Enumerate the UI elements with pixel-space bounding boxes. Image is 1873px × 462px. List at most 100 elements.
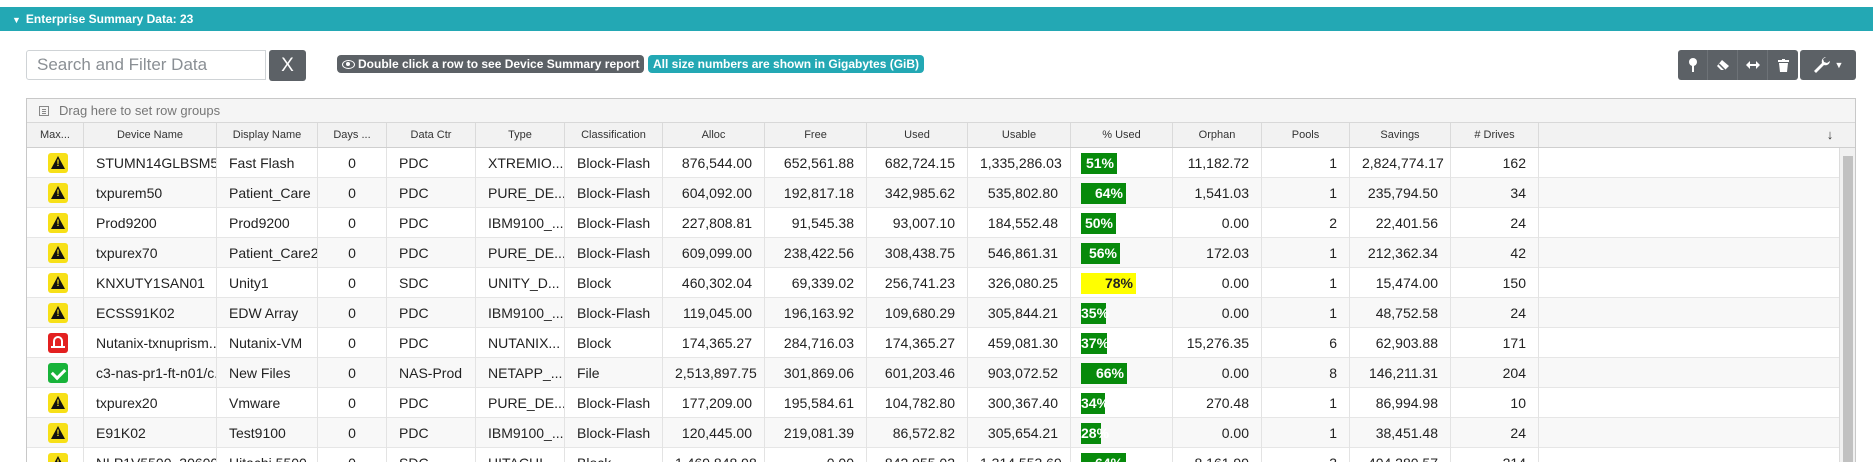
cell-class: Block bbox=[565, 448, 663, 462]
delete-button[interactable] bbox=[1768, 50, 1798, 80]
alarm-bell-icon bbox=[48, 333, 68, 353]
cell-days: 0 bbox=[318, 178, 387, 208]
column-header-max[interactable]: Max... bbox=[27, 123, 84, 147]
cell-used: 601,203.46 bbox=[867, 358, 968, 388]
table-row[interactable]: txpurex70Patient_Care20PDCPURE_DE...Bloc… bbox=[27, 238, 1839, 268]
table-row[interactable]: txpurex20Vmware0PDCPURE_DE...Block-Flash… bbox=[27, 388, 1839, 418]
cell-alloc: 177,209.00 bbox=[663, 388, 765, 418]
cell-usable: 903,072.52 bbox=[968, 358, 1071, 388]
column-header-pct-used[interactable]: % Used bbox=[1071, 123, 1173, 147]
pct-used-cell: 28% bbox=[1071, 418, 1173, 448]
table-row[interactable]: E91K02Test91000PDCIBM9100_...Block-Flash… bbox=[27, 418, 1839, 448]
column-header-data-ctr[interactable]: Data Ctr bbox=[387, 123, 476, 147]
table-row[interactable]: ECSS91K02EDW Array0PDCIBM9100_...Block-F… bbox=[27, 298, 1839, 328]
cell-device: txpurex70 bbox=[84, 238, 217, 268]
panel-header[interactable]: ▼ Enterprise Summary Data: 23 bbox=[0, 7, 1873, 31]
cell-alloc: 1,469,848.98 bbox=[663, 448, 765, 462]
column-header-alloc[interactable]: Alloc bbox=[663, 123, 765, 147]
pct-used-bar: 64% bbox=[1081, 453, 1126, 462]
vertical-scrollbar[interactable] bbox=[1839, 148, 1855, 462]
cell-class: Block-Flash bbox=[565, 238, 663, 268]
cell-class: Block-Flash bbox=[565, 298, 663, 328]
cell-dc: NAS-Prod bbox=[387, 358, 476, 388]
cell-alloc: 604,092.00 bbox=[663, 178, 765, 208]
cell-free: 238,422.56 bbox=[765, 238, 867, 268]
column-header-savings[interactable]: Savings bbox=[1350, 123, 1451, 147]
cell-usable: 535,802.80 bbox=[968, 178, 1071, 208]
cell-drives: 42 bbox=[1451, 238, 1539, 268]
cell-alloc: 119,045.00 bbox=[663, 298, 765, 328]
cell-usable: 1,335,286.03 bbox=[968, 148, 1071, 178]
cell-type: IBM9100_... bbox=[476, 208, 565, 238]
cell-display: EDW Array bbox=[217, 298, 318, 328]
pct-used-bar: 50% bbox=[1081, 213, 1116, 234]
cell-days: 0 bbox=[318, 208, 387, 238]
status-cell bbox=[27, 388, 84, 418]
cell-dc: PDC bbox=[387, 238, 476, 268]
cell-class: File bbox=[565, 358, 663, 388]
cell-used: 256,741.23 bbox=[867, 268, 968, 298]
status-cell bbox=[27, 418, 84, 448]
column-header-display-name[interactable]: Display Name bbox=[217, 123, 318, 147]
column-header-orphan[interactable]: Orphan bbox=[1173, 123, 1262, 147]
cell-device: KNXUTY1SAN01 bbox=[84, 268, 217, 298]
pct-used-cell: 66% bbox=[1071, 358, 1173, 388]
cell-free: 0.00 bbox=[765, 448, 867, 462]
cell-pools: 1 bbox=[1262, 388, 1350, 418]
cell-drives: 214 bbox=[1451, 448, 1539, 462]
search-input[interactable] bbox=[26, 50, 266, 80]
column-header-free[interactable]: Free bbox=[765, 123, 867, 147]
table-row[interactable]: Nutanix-txnuprism.... Nutanix-VM 0 PDC NUTAN… bbox=[27, 328, 1839, 358]
column-header-pools[interactable]: Pools bbox=[1262, 123, 1350, 147]
cell-usable: 1,314,553.69 bbox=[968, 448, 1071, 462]
column-header-days[interactable]: Days ... bbox=[318, 123, 387, 147]
check-icon bbox=[48, 363, 68, 383]
cell-drives: 150 bbox=[1451, 268, 1539, 298]
column-header-drives[interactable]: # Drives bbox=[1451, 123, 1539, 147]
column-header-type[interactable]: Type bbox=[476, 123, 565, 147]
table-row[interactable]: NLP1V5500_30600Hitachi 55000SDCHITACHI..… bbox=[27, 448, 1839, 462]
status-cell bbox=[27, 358, 84, 388]
pct-used-cell: 37% bbox=[1071, 328, 1173, 358]
cell-type: PURE_DE... bbox=[476, 238, 565, 268]
table-row[interactable]: Prod9200Prod92000PDCIBM9100_...Block-Fla… bbox=[27, 208, 1839, 238]
cell-dc: PDC bbox=[387, 178, 476, 208]
pin-icon bbox=[1688, 58, 1697, 72]
cell-type: UNITY_D... bbox=[476, 268, 565, 298]
table-row[interactable]: c3-nas-pr1-ft-n01/c... New Files 0 NAS-Prod… bbox=[27, 358, 1839, 388]
column-header-usable[interactable]: Usable bbox=[968, 123, 1071, 147]
pct-used-cell: 78% bbox=[1071, 268, 1173, 298]
pct-used-cell: 51% bbox=[1071, 148, 1173, 178]
row-group-dropzone[interactable]: Drag here to set row groups bbox=[27, 99, 1855, 123]
eraser-button[interactable] bbox=[1708, 50, 1738, 80]
cell-savings: 2,824,774.17 bbox=[1350, 148, 1451, 178]
sort-down-arrow-icon[interactable]: ↓ bbox=[1805, 123, 1855, 147]
pct-used-bar: 64% bbox=[1081, 183, 1126, 204]
cell-alloc: 174,365.27 bbox=[663, 328, 765, 358]
table-row[interactable]: txpurem50Patient_Care0PDCPURE_DE...Block… bbox=[27, 178, 1839, 208]
trash-icon bbox=[1777, 58, 1789, 72]
cell-used: 93,007.10 bbox=[867, 208, 968, 238]
toolbar-row: X Double click a row to see Device Summa… bbox=[0, 40, 1873, 84]
cell-orphan: 11,182.72 bbox=[1173, 148, 1262, 178]
table-row[interactable]: STUMN14GLBSM55Fast Flash0PDCXTREMIO...Bl… bbox=[27, 148, 1839, 178]
cell-display: Hitachi 5500 bbox=[217, 448, 318, 462]
status-cell bbox=[27, 178, 84, 208]
cell-usable: 300,367.40 bbox=[968, 388, 1071, 418]
table-row[interactable]: KNXUTY1SAN01Unity10SDCUNITY_D...Block460… bbox=[27, 268, 1839, 298]
cell-free: 196,163.92 bbox=[765, 298, 867, 328]
cell-savings: 146,211.31 bbox=[1350, 358, 1451, 388]
column-header-device-name[interactable]: Device Name bbox=[84, 123, 217, 147]
resize-columns-button[interactable] bbox=[1738, 50, 1768, 80]
pin-button[interactable] bbox=[1678, 50, 1708, 80]
clear-search-button[interactable]: X bbox=[269, 50, 306, 81]
cell-savings: 38,451.48 bbox=[1350, 418, 1451, 448]
cell-dc: PDC bbox=[387, 388, 476, 418]
caret-down-icon[interactable]: ▼ bbox=[12, 8, 21, 32]
column-header-classification[interactable]: Classification bbox=[565, 123, 663, 147]
scrollbar-thumb[interactable] bbox=[1843, 156, 1853, 462]
wrench-icon bbox=[1813, 57, 1830, 73]
column-header-used[interactable]: Used bbox=[867, 123, 968, 147]
cell-display: Patient_Care bbox=[217, 178, 318, 208]
settings-menu-button[interactable]: ▼ bbox=[1800, 50, 1856, 80]
